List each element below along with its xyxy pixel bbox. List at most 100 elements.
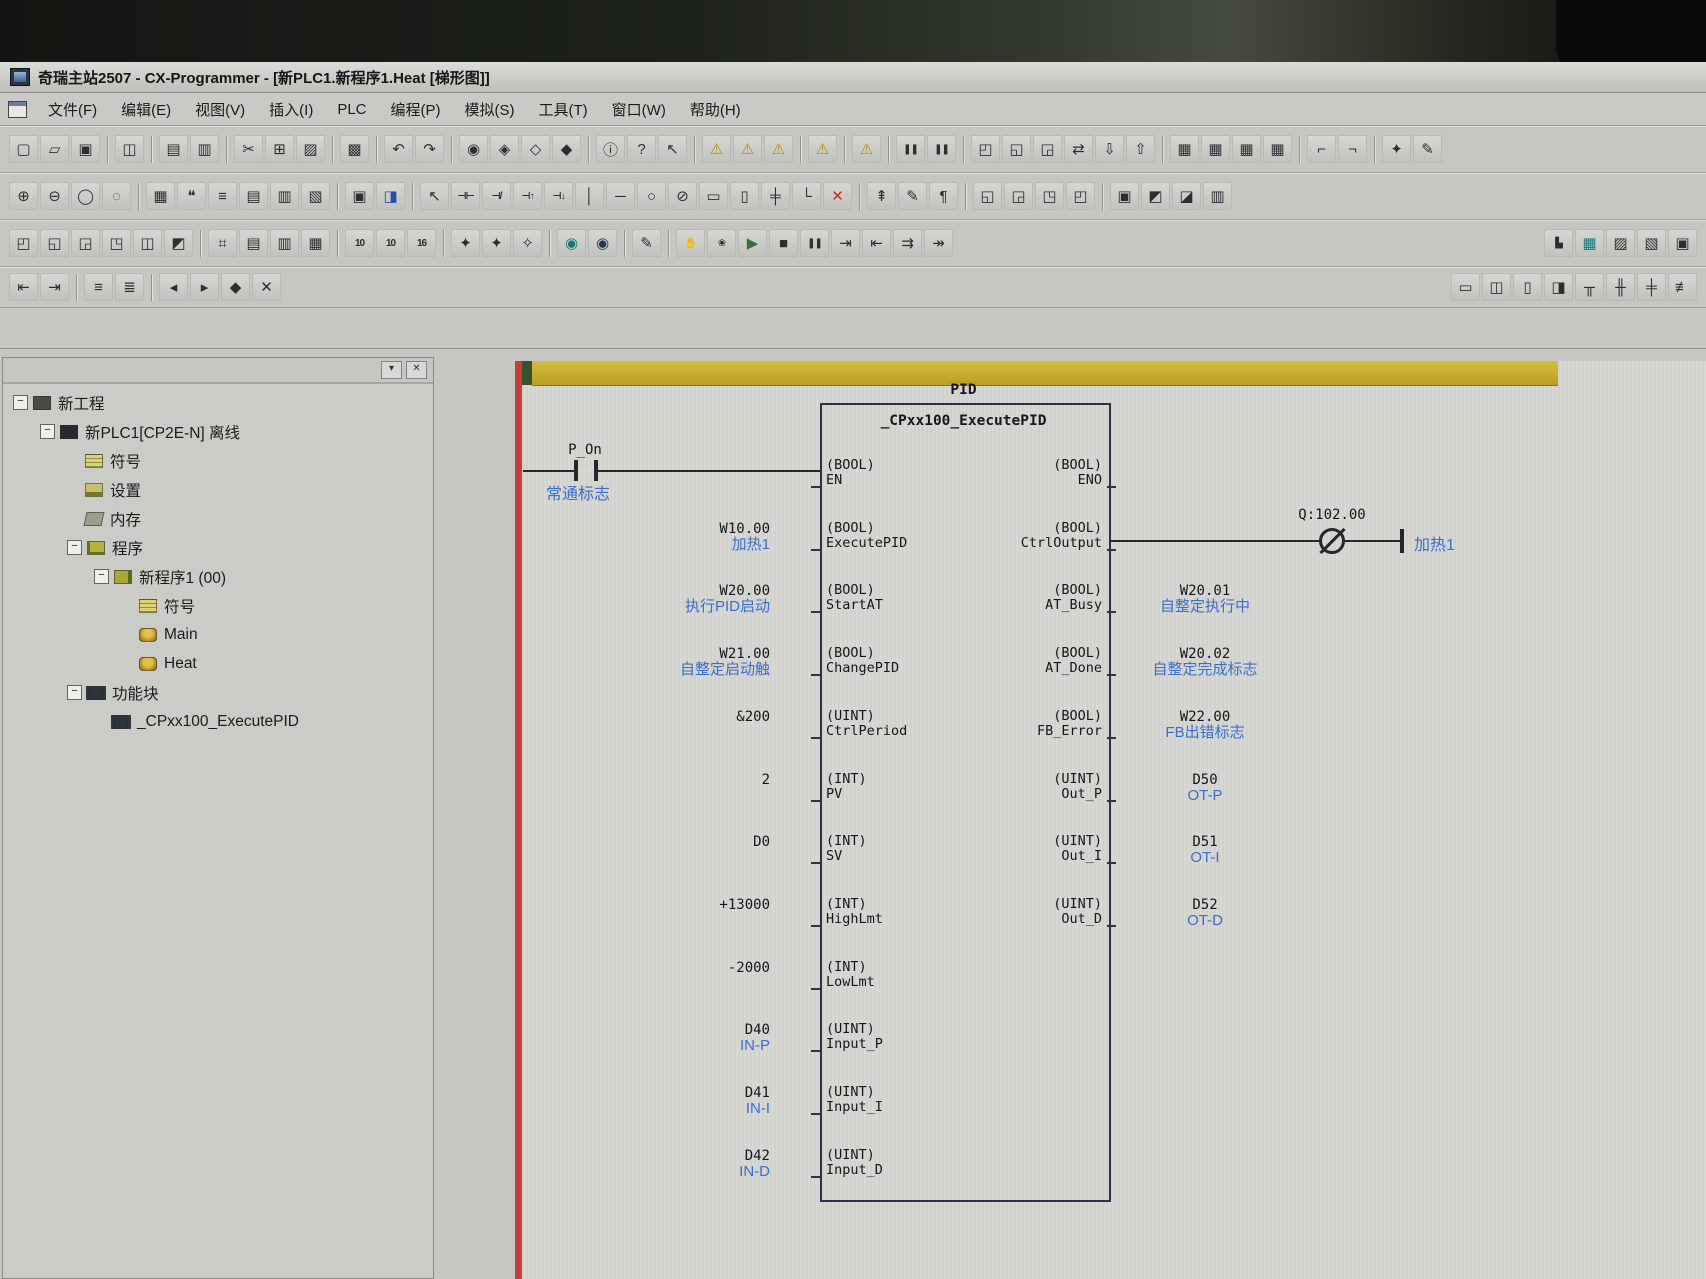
work-online-icon[interactable]: ⚠ [702, 135, 731, 163]
fb-generate-icon[interactable]: ✦ [1382, 135, 1411, 163]
workspace-close-button[interactable]: ✕ [406, 361, 427, 379]
horizontal-line-icon[interactable]: ─ [606, 182, 635, 210]
mdi-child-icon[interactable] [8, 101, 27, 118]
fb-password-icon[interactable]: ▧ [1637, 229, 1666, 257]
tree-expander[interactable]: − [40, 424, 55, 439]
watch-tool-icon[interactable]: ◉ [588, 229, 617, 257]
sim-scan-run-icon[interactable]: ↠ [924, 229, 953, 257]
contact-right-bar[interactable] [594, 460, 598, 481]
io-view-icon[interactable]: ▥ [1203, 182, 1232, 210]
view-pane-4-icon[interactable]: ◳ [102, 229, 131, 257]
snapshot-icon[interactable]: ▣ [345, 182, 374, 210]
menu-item-6[interactable]: 编程(P) [380, 95, 452, 124]
tree-expander[interactable]: − [67, 685, 82, 700]
sim-hold-icon[interactable]: ✋ [676, 229, 705, 257]
zoom-fit-icon[interactable]: ◌ [102, 182, 131, 210]
menu-item-8[interactable]: 工具(T) [528, 95, 599, 124]
bookmark-next-icon[interactable]: ▸ [190, 273, 219, 301]
sim-stop-icon[interactable]: ■ [769, 229, 798, 257]
about-icon[interactable]: ⓘ [596, 135, 625, 163]
zoom-in-icon[interactable]: ⊕ [9, 182, 38, 210]
fb-protect-icon[interactable]: ▨ [1606, 229, 1635, 257]
ladder-symbol-tool-1-icon[interactable]: ▭ [1451, 273, 1480, 301]
delete-icon[interactable]: ✕ [823, 182, 852, 210]
vertical-line-icon[interactable]: │ [575, 182, 604, 210]
force-on-icon[interactable]: ✦ [451, 229, 480, 257]
find-icon[interactable]: ◉ [459, 135, 488, 163]
tree-item--[interactable]: −功能块 [3, 678, 433, 707]
window-tile-icon[interactable]: ◱ [1002, 135, 1031, 163]
rung-comment-icon[interactable]: ❝ [177, 182, 206, 210]
tree-item--[interactable]: 设置 [3, 475, 433, 504]
undo-icon[interactable]: ↶ [384, 135, 413, 163]
online-monitor-icon[interactable]: ⚠ [764, 135, 793, 163]
monitor-data-icon[interactable]: ◩ [1141, 182, 1170, 210]
rung-edit-icon[interactable]: ✎ [898, 182, 927, 210]
contact-nc-icon[interactable]: ⊣/ [482, 182, 511, 210]
ladder-symbol-tool-7-icon[interactable]: ╪ [1637, 273, 1666, 301]
rung-properties-icon[interactable]: ¶ [929, 182, 958, 210]
ladder-symbol-tool-5-icon[interactable]: ╥ [1575, 273, 1604, 301]
memory-view-icon[interactable]: ◪ [1172, 182, 1201, 210]
view-pane-5-icon[interactable]: ◫ [133, 229, 162, 257]
menu-item-9[interactable]: 窗口(W) [601, 95, 677, 124]
plc-rack-icon[interactable]: ▦ [1201, 135, 1230, 163]
ladder-symbol-tool-2-icon[interactable]: ◫ [1482, 273, 1511, 301]
paste-special-icon[interactable]: ▩ [340, 135, 369, 163]
tree-item--[interactable]: −程序 [3, 533, 433, 562]
sim-run-icon[interactable]: ▶ [738, 229, 767, 257]
sim-continuous-icon[interactable]: ⇉ [893, 229, 922, 257]
instruction-box-icon[interactable]: ▭ [699, 182, 728, 210]
cut-icon[interactable]: ✂ [234, 135, 263, 163]
transfer-swap-icon[interactable]: ⇄ [1064, 135, 1093, 163]
monitor-view-icon[interactable]: ▦ [301, 229, 330, 257]
watch-add-icon[interactable]: ◉ [557, 229, 586, 257]
view-pane-2-icon[interactable]: ◱ [40, 229, 69, 257]
online-edit-icon[interactable]: ⚠ [852, 135, 881, 163]
online-edit-begin-icon[interactable]: ✎ [632, 229, 661, 257]
copy-icon[interactable]: ⊞ [265, 135, 294, 163]
view-pane-6-icon[interactable]: ◩ [164, 229, 193, 257]
zoom-out-icon[interactable]: ⊖ [40, 182, 69, 210]
tree-item--[interactable]: 符号 [3, 591, 433, 620]
comment-view-icon[interactable]: ▥ [270, 229, 299, 257]
fb-online-icon[interactable]: ▣ [1668, 229, 1697, 257]
pause-monitor-icon[interactable]: ❚❚ [896, 135, 925, 163]
line-delete-icon[interactable]: └ [792, 182, 821, 210]
compile-check-icon[interactable]: ⚠ [808, 135, 837, 163]
outdent-rung-icon[interactable]: ⇥ [40, 273, 69, 301]
view-pane-1-icon[interactable]: ◰ [9, 229, 38, 257]
watch-window-icon[interactable]: ▣ [1110, 182, 1139, 210]
bookmark-clear-icon[interactable]: ✕ [252, 273, 281, 301]
tree-item--[interactable]: 内存 [3, 504, 433, 533]
save-icon[interactable]: ▣ [71, 135, 100, 163]
rung-up-icon[interactable]: ⇞ [867, 182, 896, 210]
help-icon[interactable]: ? [627, 135, 656, 163]
symbol-table-icon[interactable]: ◲ [1004, 182, 1033, 210]
view-style-icon[interactable]: ◨ [376, 182, 405, 210]
download-to-plc-icon[interactable]: ⇩ [1095, 135, 1124, 163]
coil-icon[interactable]: ○ [637, 182, 666, 210]
menu-item-10[interactable]: 帮助(H) [679, 95, 752, 124]
menu-item-3[interactable]: 视图(V) [184, 95, 256, 124]
step-tool2-icon[interactable]: ¬ [1338, 135, 1367, 163]
force-off-icon[interactable]: ✦ [482, 229, 511, 257]
contact-up-icon[interactable]: ⊣↑ [513, 182, 542, 210]
tree-item-main[interactable]: Main [3, 620, 433, 649]
tree-item-_cpxx100_executepid[interactable]: _CPxx100_ExecutePID [3, 707, 433, 736]
radix-hex-icon[interactable]: 16 [407, 229, 436, 257]
new-file-icon[interactable]: ▢ [9, 135, 38, 163]
tree-expander[interactable]: − [67, 540, 82, 555]
bookmark-prev-icon[interactable]: ◂ [159, 273, 188, 301]
tree-item--plc1-cp2e-n-[interactable]: −新PLC1[CP2E-N] 离线 [3, 417, 433, 446]
print-preview-icon[interactable]: ▥ [190, 135, 219, 163]
symbol-insert-icon[interactable]: ◱ [973, 182, 1002, 210]
auto-online-icon[interactable]: ⚠ [733, 135, 762, 163]
cross-ref-icon[interactable]: ◰ [1066, 182, 1095, 210]
tree-expander[interactable]: − [13, 395, 28, 410]
step-tool-icon[interactable]: ⌐ [1307, 135, 1336, 163]
ladder-symbol-tool-8-icon[interactable]: ≢ [1668, 273, 1697, 301]
replace-icon[interactable]: ◈ [490, 135, 519, 163]
menu-item-1[interactable]: 文件(F) [37, 95, 108, 124]
sim-pause-icon[interactable]: ❚❚ [800, 229, 829, 257]
